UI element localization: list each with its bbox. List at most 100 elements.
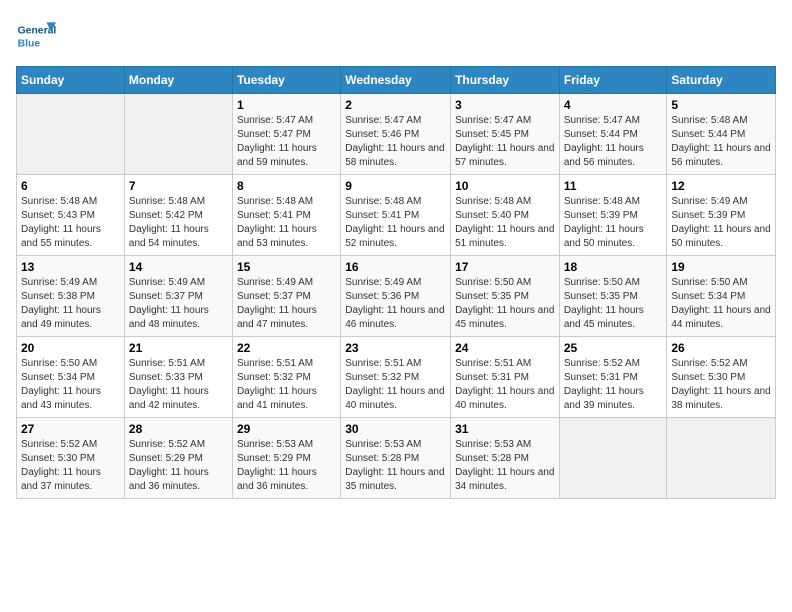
calendar-cell: 11Sunrise: 5:48 AMSunset: 5:39 PMDayligh… <box>559 175 667 256</box>
calendar-cell: 18 Sunrise: 5:50 AMSunset: 5:35 PMDayligh… <box>559 256 667 337</box>
calendar-cell: 19Sunrise: 5:50 AMSunset: 5:34 PMDayligh… <box>667 256 776 337</box>
day-number: 13 <box>21 260 120 274</box>
logo: General Blue <box>16 16 60 56</box>
day-detail: Sunrise: 5:49 AMSunset: 5:38 PMDaylight:… <box>21 276 120 332</box>
day-detail: Sunrise: 5:48 AMSunset: 5:43 PMDaylight:… <box>21 195 120 251</box>
calendar-cell: 6 Sunrise: 5:48 AMSunset: 5:43 PMDaylight… <box>17 175 125 256</box>
calendar-cell <box>17 94 125 175</box>
calendar-cell: 15 Sunrise: 5:49 AMSunset: 5:37 PMDayligh… <box>232 256 340 337</box>
day-detail: Sunrise: 5:49 AMSunset: 5:39 PMDaylight:… <box>671 195 771 251</box>
calendar-cell: 14 Sunrise: 5:49 AMSunset: 5:37 PMDayligh… <box>124 256 232 337</box>
day-detail: Sunrise: 5:49 AMSunset: 5:36 PMDaylight:… <box>345 276 446 332</box>
day-detail: Sunrise: 5:51 AMSunset: 5:31 PMDaylight:… <box>455 357 555 413</box>
day-number: 1 <box>237 98 336 112</box>
calendar-cell: 17 Sunrise: 5:50 AMSunset: 5:35 PMDayligh… <box>451 256 560 337</box>
calendar-cell: 28 Sunrise: 5:52 AMSunset: 5:29 PMDayligh… <box>124 418 232 499</box>
day-detail: Sunrise: 5:49 AMSunset: 5:37 PMDaylight:… <box>129 276 228 332</box>
day-number: 8 <box>237 179 336 193</box>
calendar-cell: 20 Sunrise: 5:50 AMSunset: 5:34 PMDayligh… <box>17 337 125 418</box>
day-number: 17 <box>455 260 555 274</box>
calendar-cell: 29 Sunrise: 5:53 AMSunset: 5:29 PMDayligh… <box>232 418 340 499</box>
svg-text:Blue: Blue <box>18 38 41 49</box>
day-detail: Sunrise: 5:47 AMSunset: 5:44 PMDaylight:… <box>564 114 663 170</box>
day-number: 24 <box>455 341 555 355</box>
calendar-cell: 31 Sunrise: 5:53 AMSunset: 5:28 PMDayligh… <box>451 418 560 499</box>
weekday-header-sunday: Sunday <box>17 67 125 94</box>
day-detail: Sunrise: 5:52 AMSunset: 5:30 PMDaylight:… <box>671 357 771 413</box>
calendar-cell: 13 Sunrise: 5:49 AMSunset: 5:38 PMDayligh… <box>17 256 125 337</box>
day-detail: Sunrise: 5:52 AMSunset: 5:31 PMDaylight:… <box>564 357 663 413</box>
day-number: 25 <box>564 341 663 355</box>
day-detail: Sunrise: 5:53 AMSunset: 5:29 PMDaylight:… <box>237 438 336 494</box>
calendar-cell: 16 Sunrise: 5:49 AMSunset: 5:36 PMDayligh… <box>341 256 451 337</box>
day-number: 3 <box>455 98 555 112</box>
day-detail: Sunrise: 5:48 AMSunset: 5:40 PMDaylight:… <box>455 195 555 251</box>
calendar-cell: 4 Sunrise: 5:47 AMSunset: 5:44 PMDaylight… <box>559 94 667 175</box>
day-number: 6 <box>21 179 120 193</box>
calendar-cell: 1 Sunrise: 5:47 AMSunset: 5:47 PMDaylight… <box>232 94 340 175</box>
calendar-cell <box>124 94 232 175</box>
day-detail: Sunrise: 5:53 AMSunset: 5:28 PMDaylight:… <box>455 438 555 494</box>
weekday-header-thursday: Thursday <box>451 67 560 94</box>
day-detail: Sunrise: 5:48 AMSunset: 5:41 PMDaylight:… <box>237 195 336 251</box>
day-number: 18 <box>564 260 663 274</box>
weekday-header-friday: Friday <box>559 67 667 94</box>
day-detail: Sunrise: 5:52 AMSunset: 5:30 PMDaylight:… <box>21 438 120 494</box>
day-number: 19 <box>671 260 771 274</box>
calendar-cell: 26 Sunrise: 5:52 AMSunset: 5:30 PMDayligh… <box>667 337 776 418</box>
page-header: General Blue <box>16 16 776 56</box>
weekday-header-monday: Monday <box>124 67 232 94</box>
calendar-cell: 5Sunrise: 5:48 AMSunset: 5:44 PMDaylight… <box>667 94 776 175</box>
day-number: 31 <box>455 422 555 436</box>
day-detail: Sunrise: 5:50 AMSunset: 5:35 PMDaylight:… <box>455 276 555 332</box>
day-number: 29 <box>237 422 336 436</box>
day-number: 21 <box>129 341 228 355</box>
day-number: 22 <box>237 341 336 355</box>
calendar-cell: 21 Sunrise: 5:51 AMSunset: 5:33 PMDayligh… <box>124 337 232 418</box>
day-detail: Sunrise: 5:53 AMSunset: 5:28 PMDaylight:… <box>345 438 446 494</box>
calendar-cell: 27 Sunrise: 5:52 AMSunset: 5:30 PMDayligh… <box>17 418 125 499</box>
calendar-cell: 24 Sunrise: 5:51 AMSunset: 5:31 PMDayligh… <box>451 337 560 418</box>
weekday-header-saturday: Saturday <box>667 67 776 94</box>
calendar-cell: 9 Sunrise: 5:48 AMSunset: 5:41 PMDaylight… <box>341 175 451 256</box>
calendar-cell: 23Sunrise: 5:51 AMSunset: 5:32 PMDayligh… <box>341 337 451 418</box>
day-detail: Sunrise: 5:50 AMSunset: 5:35 PMDaylight:… <box>564 276 663 332</box>
day-detail: Sunrise: 5:50 AMSunset: 5:34 PMDaylight:… <box>21 357 120 413</box>
day-detail: Sunrise: 5:47 AMSunset: 5:46 PMDaylight:… <box>345 114 446 170</box>
day-detail: Sunrise: 5:51 AMSunset: 5:32 PMDaylight:… <box>345 357 446 413</box>
day-detail: Sunrise: 5:52 AMSunset: 5:29 PMDaylight:… <box>129 438 228 494</box>
calendar-cell: 12 Sunrise: 5:49 AMSunset: 5:39 PMDayligh… <box>667 175 776 256</box>
calendar-cell: 2 Sunrise: 5:47 AMSunset: 5:46 PMDaylight… <box>341 94 451 175</box>
calendar-cell: 10 Sunrise: 5:48 AMSunset: 5:40 PMDayligh… <box>451 175 560 256</box>
day-number: 14 <box>129 260 228 274</box>
day-detail: Sunrise: 5:48 AMSunset: 5:42 PMDaylight:… <box>129 195 228 251</box>
day-number: 4 <box>564 98 663 112</box>
calendar-cell: 8 Sunrise: 5:48 AMSunset: 5:41 PMDaylight… <box>232 175 340 256</box>
day-number: 28 <box>129 422 228 436</box>
day-number: 7 <box>129 179 228 193</box>
day-number: 2 <box>345 98 446 112</box>
day-detail: Sunrise: 5:48 AMSunset: 5:41 PMDaylight:… <box>345 195 446 251</box>
day-detail: Sunrise: 5:47 AMSunset: 5:47 PMDaylight:… <box>237 114 336 170</box>
day-detail: Sunrise: 5:49 AMSunset: 5:37 PMDaylight:… <box>237 276 336 332</box>
day-detail: Sunrise: 5:51 AMSunset: 5:32 PMDaylight:… <box>237 357 336 413</box>
calendar-cell <box>667 418 776 499</box>
day-number: 9 <box>345 179 446 193</box>
calendar-cell: 25 Sunrise: 5:52 AMSunset: 5:31 PMDayligh… <box>559 337 667 418</box>
day-number: 26 <box>671 341 771 355</box>
day-detail: Sunrise: 5:47 AMSunset: 5:45 PMDaylight:… <box>455 114 555 170</box>
calendar-cell: 3 Sunrise: 5:47 AMSunset: 5:45 PMDaylight… <box>451 94 560 175</box>
day-number: 5 <box>671 98 771 112</box>
day-number: 16 <box>345 260 446 274</box>
calendar-table: SundayMondayTuesdayWednesdayThursdayFrid… <box>16 66 776 499</box>
day-number: 30 <box>345 422 446 436</box>
weekday-header-wednesday: Wednesday <box>341 67 451 94</box>
day-number: 20 <box>21 341 120 355</box>
day-detail: Sunrise: 5:51 AMSunset: 5:33 PMDaylight:… <box>129 357 228 413</box>
day-detail: Sunrise: 5:48 AMSunset: 5:39 PMDaylight:… <box>564 195 663 251</box>
day-number: 15 <box>237 260 336 274</box>
day-number: 12 <box>671 179 771 193</box>
day-number: 10 <box>455 179 555 193</box>
calendar-cell: 22 Sunrise: 5:51 AMSunset: 5:32 PMDayligh… <box>232 337 340 418</box>
day-number: 27 <box>21 422 120 436</box>
